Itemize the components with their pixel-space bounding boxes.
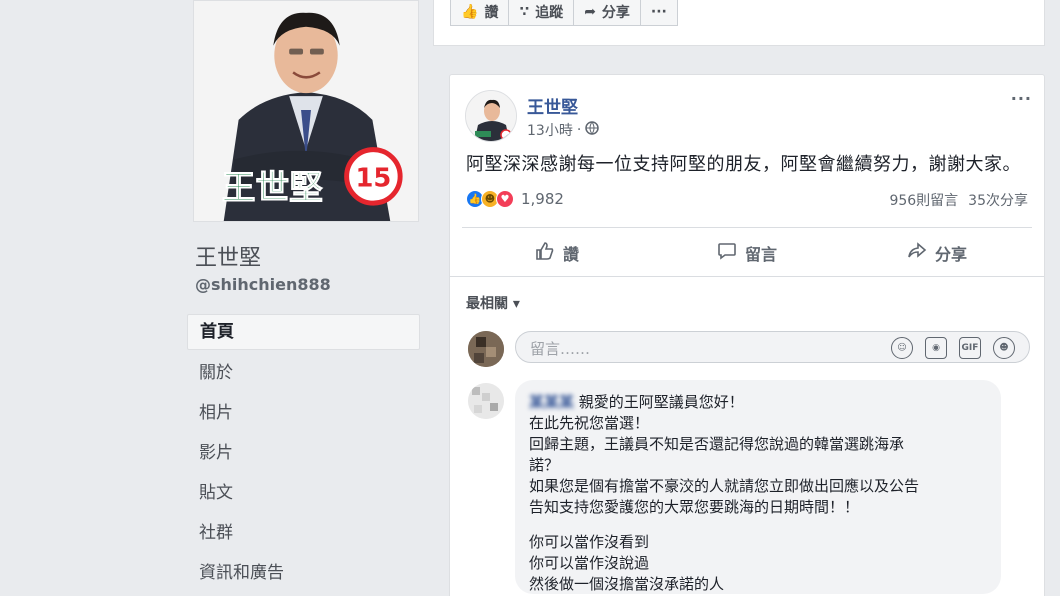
- rss-icon: ∵: [519, 4, 530, 20]
- comment-button[interactable]: 留言: [652, 235, 842, 271]
- viewer-avatar: [468, 331, 504, 367]
- comment-line: 在此先祝您當選！: [529, 414, 650, 432]
- page-action-bar: 👍 讚 ∵ 追蹤 ➦ 分享 ···: [433, 0, 1045, 46]
- comments-count[interactable]: 956則留言: [889, 190, 958, 210]
- smiley-icon[interactable]: ☺: [891, 337, 913, 359]
- more-dots-icon: ···: [650, 4, 667, 20]
- thumbs-up-icon: 👍: [461, 4, 479, 20]
- page-nav: 首頁 關於 相片 影片 貼文 社群 資訊和廣告: [187, 314, 420, 594]
- nav-item-about[interactable]: 關於: [187, 354, 420, 394]
- comment-line: 諾？: [529, 456, 560, 474]
- share-label: 分享: [934, 245, 967, 264]
- shares-count[interactable]: 35次分享: [968, 190, 1028, 210]
- comment-line: 回歸主題，王議員不知是否還記得您說過的韓當選跳海承: [529, 435, 905, 453]
- divider: [462, 227, 1032, 228]
- more-options-button[interactable]: ···: [639, 0, 678, 26]
- reaction-summary[interactable]: 👍 ☻ ♥ 1,982: [466, 190, 564, 208]
- like-page-label: 讚: [484, 5, 499, 21]
- nav-item-info-ads[interactable]: 資訊和廣告: [187, 554, 420, 594]
- nav-item-videos[interactable]: 影片: [187, 434, 420, 474]
- like-icon: [535, 241, 555, 265]
- nav-item-home[interactable]: 首頁: [187, 314, 420, 350]
- love-reaction-icon: ♥: [496, 190, 514, 208]
- camera-icon[interactable]: ◉: [925, 337, 947, 359]
- share-arrow-icon: ➦: [584, 4, 596, 20]
- share-page-button[interactable]: ➦ 分享: [573, 0, 641, 26]
- comment-label: 留言: [744, 245, 777, 264]
- sticker-icon[interactable]: ☻: [993, 337, 1015, 359]
- page-handle[interactable]: @shihchien888: [195, 275, 331, 294]
- like-button[interactable]: 讚: [462, 235, 652, 271]
- poster-name-text: 王世堅: [222, 167, 323, 207]
- commenter-avatar[interactable]: [468, 383, 504, 419]
- comment-line: 你可以當作沒看到: [529, 533, 650, 551]
- comment-input-placeholder: 留言……: [530, 340, 591, 358]
- nav-item-photos[interactable]: 相片: [187, 394, 420, 434]
- gif-icon[interactable]: GIF: [959, 337, 981, 359]
- globe-icon: [585, 121, 600, 139]
- comment-bubble: 某某某 親愛的王阿堅議員您好！ 在此先祝您當選！ 回歸主題，王議員不知是否還記得…: [515, 380, 1001, 594]
- share-icon: [907, 241, 927, 265]
- comment-line: 如果您是個有擔當不豪洨的人就請您立即做出回應以及公告: [529, 477, 920, 495]
- comment-line: 你可以當作沒說過: [529, 554, 650, 572]
- post-more-icon[interactable]: ···: [1011, 89, 1032, 108]
- comment-line-spacer: [529, 518, 987, 532]
- page-sidebar: 王世堅 15 王世堅 @shihchien888 首頁 關於 相片 影片 貼文 …: [187, 0, 433, 596]
- post-timestamp[interactable]: 13小時: [527, 120, 573, 140]
- nav-item-community[interactable]: 社群: [187, 514, 420, 554]
- comment-line: 告知支持您愛護您的大眾您要跳海的日期時間！！: [529, 498, 860, 516]
- comment-input[interactable]: 留言…… ☺ ◉ GIF ☻: [515, 331, 1030, 363]
- profile-photo-image: 王世堅 15: [194, 1, 418, 221]
- comment-line: 親愛的王阿堅議員您好！: [578, 393, 744, 411]
- divider: [450, 276, 1044, 277]
- like-page-button[interactable]: 👍 讚: [450, 0, 510, 26]
- post-author-name[interactable]: 王世堅: [527, 93, 578, 118]
- post-body-text: 阿堅深深感謝每一位支持阿堅的朋友，阿堅會繼續努力，謝謝大家。: [466, 154, 1021, 175]
- post-action-row: 讚 留言 分享: [462, 235, 1032, 271]
- follow-label: 追蹤: [535, 5, 564, 21]
- commenter-name[interactable]: 某某某: [529, 393, 574, 411]
- comment-line: 然後做一個沒擔當沒承諾的人: [529, 575, 725, 593]
- share-page-label: 分享: [601, 5, 630, 21]
- like-label: 讚: [562, 245, 579, 264]
- reaction-count: 1,982: [521, 190, 564, 208]
- follow-button[interactable]: ∵ 追蹤: [508, 0, 575, 26]
- comment-icon: [717, 241, 737, 265]
- post-meta: 13小時 ·: [527, 120, 600, 140]
- dot-separator: ·: [576, 122, 582, 138]
- comment-sort-dropdown[interactable]: 最相關 ▾: [466, 293, 520, 313]
- nav-item-posts[interactable]: 貼文: [187, 474, 420, 514]
- share-button[interactable]: 分享: [842, 235, 1032, 271]
- post-stats: 956則留言 35次分享: [889, 190, 1028, 210]
- profile-picture[interactable]: 王世堅 15: [193, 0, 419, 222]
- page-name: 王世堅: [195, 246, 262, 271]
- post-card: 王世堅 13小時 · ··· 阿堅深深感謝每一位支持阿堅的朋友，阿堅會繼續努力，…: [449, 74, 1045, 596]
- badge-number: 15: [355, 163, 391, 193]
- post-author-avatar[interactable]: [465, 90, 517, 142]
